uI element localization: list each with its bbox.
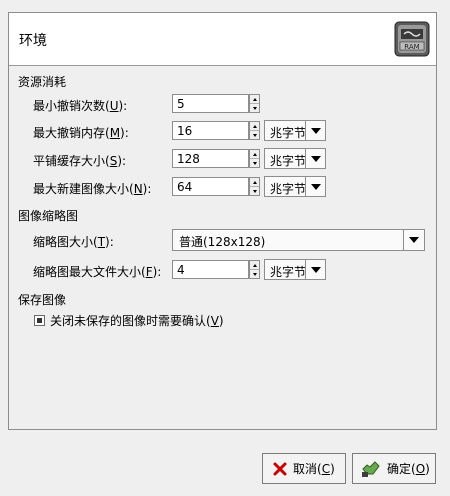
tile-cache-unit: 兆字节 [270,154,307,168]
cancel-label: 取消(C) [293,460,335,477]
max-new-image-field[interactable]: 64 [172,177,249,196]
max-new-image-label-pre: 最大新建图像大小( [33,182,134,196]
section-resource-title: 资源消耗 [18,75,67,89]
confirm-close-mnemonic: V [210,314,219,328]
stepper-up-icon[interactable] [250,261,259,270]
undo-memory-label: 最大撤销内存(M): [33,124,129,141]
thumbnail-filesize-stepper[interactable] [249,260,260,279]
chevron-down-icon[interactable] [403,230,424,250]
undo-levels-label: 最小撤销次数(U): [33,97,127,114]
svg-text:RAM: RAM [404,43,419,51]
ok-label: 确定(O) [387,460,430,477]
undo-levels-field[interactable]: 5 [172,94,249,113]
chevron-down-icon[interactable] [305,149,325,168]
thumbnail-filesize-value: 4 [177,263,185,277]
cancel-x-icon [273,462,287,476]
chevron-down-icon[interactable] [305,260,325,279]
max-new-image-value: 64 [177,180,193,194]
cancel-label-post: ) [330,462,335,476]
stepper-up-icon[interactable] [250,178,259,187]
thumbnail-filesize-mnemonic: F [145,265,153,279]
thumbnail-filesize-unit-select[interactable]: 兆字节 [264,259,326,280]
undo-levels-label-pre: 最小撤销次数( [33,99,110,113]
undo-memory-unit: 兆字节 [270,126,307,140]
undo-levels-label-post: ): [118,99,128,113]
thumbnail-size-value: 普通(128x128) [179,235,266,249]
tile-cache-field[interactable]: 128 [172,149,249,168]
undo-memory-unit-select[interactable]: 兆字节 [264,120,326,141]
thumbnail-size-select[interactable]: 普通(128x128) [172,229,425,251]
ok-label-post: ) [425,462,430,476]
thumbnail-filesize-label-pre: 缩略图最大文件大小( [33,265,146,279]
tile-cache-label-pre: 平铺缓存大小( [33,154,110,168]
undo-memory-value: 16 [177,124,193,138]
stepper-down-icon[interactable] [250,187,259,195]
tile-cache-stepper[interactable] [249,149,260,168]
confirm-close-label[interactable]: 关闭未保存的图像时需要确认(V) [50,312,224,329]
ram-chip-icon: RAM [394,21,430,57]
thumbnail-size-label-pre: 缩略图大小( [33,235,98,249]
cancel-label-pre: 取消( [293,462,322,476]
confirm-close-label-pre: 关闭未保存的图像时需要确认( [50,314,211,328]
max-new-image-stepper[interactable] [249,177,260,196]
undo-memory-field[interactable]: 16 [172,121,249,140]
max-new-image-unit-select[interactable]: 兆字节 [264,176,326,197]
thumbnail-filesize-label: 缩略图最大文件大小(F): [33,263,161,280]
tile-cache-unit-select[interactable]: 兆字节 [264,148,326,169]
cancel-button[interactable]: 取消(C) [262,453,346,484]
max-new-image-mnemonic: N [133,182,143,196]
undo-memory-stepper[interactable] [249,121,260,140]
thumbnail-size-label-post: ): [105,235,114,249]
confirm-close-label-post: ) [218,314,224,328]
ok-mnemonic: O [415,462,426,476]
stepper-down-icon[interactable] [250,159,259,167]
undo-levels-value: 5 [177,97,185,111]
stepper-down-icon[interactable] [250,270,259,278]
stepper-up-icon[interactable] [250,122,259,131]
undo-memory-label-pre: 最大撤销内存( [33,126,110,140]
confirm-close-checkbox[interactable] [34,315,45,326]
tile-cache-label-post: ): [117,154,127,168]
chevron-down-icon[interactable] [305,177,325,196]
section-thumbnail-title: 图像缩略图 [18,209,79,223]
undo-levels-stepper[interactable] [249,94,260,113]
thumbnail-size-mnemonic: T [97,235,106,249]
thumbnail-filesize-field[interactable]: 4 [172,260,249,279]
tile-cache-value: 128 [177,152,200,166]
stepper-up-icon[interactable] [250,150,259,159]
ok-button[interactable]: 确定(O) [352,453,436,484]
undo-memory-label-post: ): [120,126,129,140]
panel-header: 环境 RAM [9,13,436,66]
thumbnail-filesize-label-post: ): [152,265,162,279]
stepper-down-icon[interactable] [250,131,259,139]
max-new-image-unit: 兆字节 [270,182,307,196]
ok-label-pre: 确定( [387,462,416,476]
max-new-image-label: 最大新建图像大小(N): [33,180,151,197]
checkbox-check-icon [37,318,42,323]
thumbnail-filesize-unit: 兆字节 [270,265,307,279]
stepper-up-icon[interactable] [250,95,259,104]
stepper-down-icon[interactable] [250,104,259,112]
page-title: 环境 [19,33,47,49]
tile-cache-label: 平铺缓存大小(S): [33,152,126,169]
max-new-image-label-post: ): [142,182,152,196]
thumbnail-size-label: 缩略图大小(T): [33,233,114,250]
chevron-down-icon[interactable] [305,121,325,140]
undo-memory-mnemonic: M [109,126,121,140]
ok-hand-icon [361,460,381,478]
section-save-title: 保存图像 [18,293,67,307]
cancel-mnemonic: C [321,462,331,476]
